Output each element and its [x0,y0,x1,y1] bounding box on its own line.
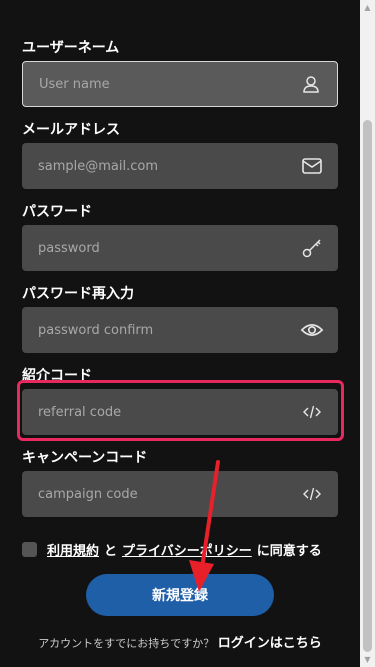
username-field[interactable] [22,61,338,107]
scroll-up-icon[interactable]: ▲ [363,3,372,13]
key-icon [300,236,324,260]
referral-highlight-box [17,380,344,441]
password-label: パスワード [22,204,92,220]
scrollbar-track[interactable]: ▲ ▼ [360,0,375,667]
campaign-field[interactable] [22,471,338,517]
email-label: メールアドレス [22,122,120,138]
password-input[interactable] [38,240,300,256]
agreement-conjunction: と [104,544,118,559]
agreement-row: 利用規約 と プライバシーポリシー に同意する [22,540,352,559]
login-question: アカウントをすでにお持ちですか？ [38,637,215,650]
login-link[interactable]: ログインはこちら [218,636,322,651]
code-icon [300,482,324,506]
login-prompt: アカウントをすでにお持ちですか？ ログインはこちら [0,632,360,651]
register-button[interactable]: 新規登録 [86,574,274,616]
password-confirm-field[interactable] [22,307,338,353]
eye-icon[interactable] [300,318,324,342]
agree-checkbox[interactable] [22,542,37,557]
registration-form: ユーザーネーム メールアドレス パスワード パスワード再入力 紹介コード キャン… [0,0,360,667]
terms-link[interactable]: 利用規約 [47,540,99,559]
campaign-label: キャンペーンコード [22,450,148,466]
email-input[interactable] [38,158,300,174]
email-field[interactable] [22,143,338,189]
mail-icon [300,154,324,178]
password-field[interactable] [22,225,338,271]
privacy-link[interactable]: プライバシーポリシー [122,540,252,559]
user-icon [299,72,323,96]
campaign-input[interactable] [38,486,300,502]
password-confirm-input[interactable] [38,322,300,338]
password-confirm-label: パスワード再入力 [22,286,134,302]
username-label: ユーザーネーム [22,40,120,56]
username-input[interactable] [39,76,299,92]
scroll-down-icon[interactable]: ▼ [363,655,372,665]
agreement-suffix: に同意する [256,544,322,559]
scrollbar-thumb[interactable] [363,120,372,652]
